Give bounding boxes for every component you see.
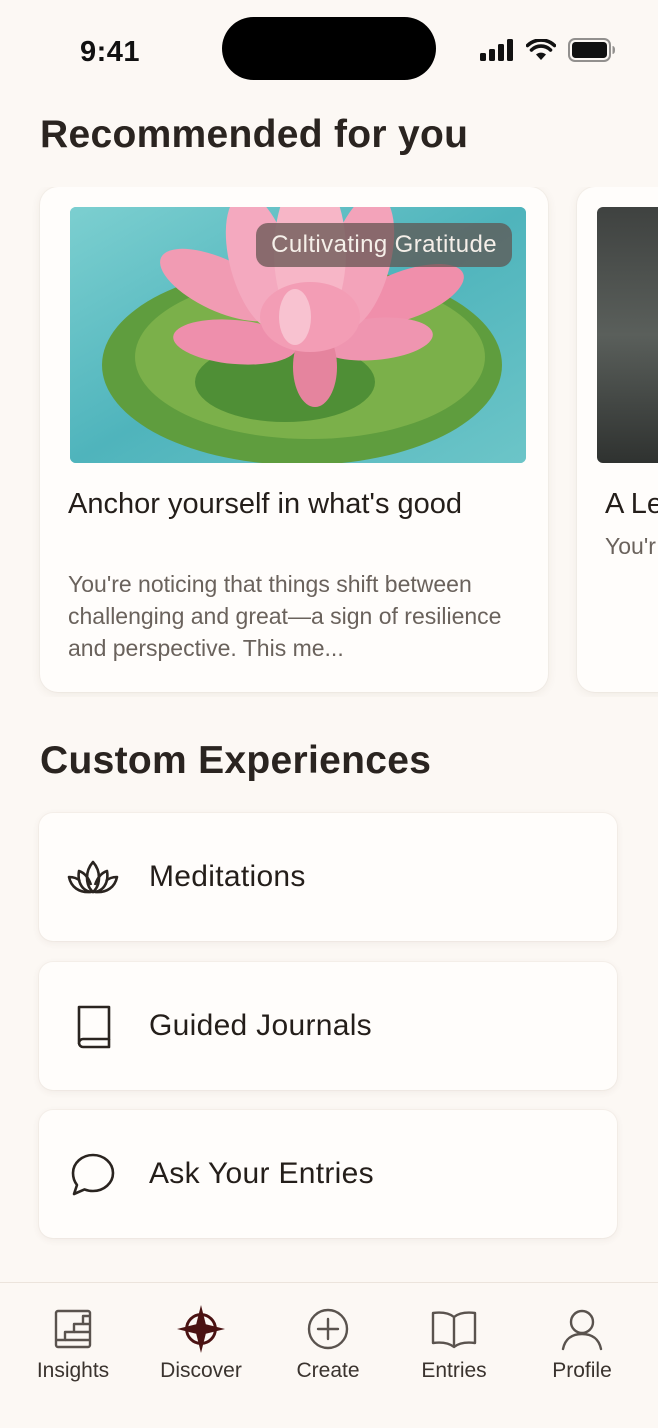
tab-entries[interactable]: Entries: [399, 1283, 509, 1403]
open-book-icon: [429, 1305, 479, 1353]
tab-discover[interactable]: Discover: [146, 1283, 256, 1403]
guided-journals-label: Guided Journals: [149, 1009, 372, 1042]
wifi-icon: [526, 39, 556, 60]
chat-bubble-icon: [67, 1150, 119, 1198]
guided-journals-item[interactable]: Guided Journals: [39, 962, 617, 1090]
tab-create-label: Create: [296, 1359, 360, 1382]
tab-create[interactable]: Create: [273, 1283, 383, 1403]
insights-icon: [48, 1305, 98, 1353]
dynamic-island: [222, 17, 436, 80]
recommendation-card[interactable]: Cultivating Gratitude Anchor yourself in…: [40, 187, 548, 692]
tab-profile-label: Profile: [552, 1359, 612, 1382]
recommendation-description: You're noticing that things shift betwee…: [68, 571, 502, 661]
storm-painting-image: [597, 207, 658, 463]
meditations-label: Meditations: [149, 860, 306, 893]
plus-circle-icon: [303, 1305, 353, 1353]
meditations-item[interactable]: Meditations: [39, 813, 617, 941]
tab-insights-label: Insights: [36, 1359, 110, 1382]
cellular-signal-icon: [480, 39, 513, 61]
tab-discover-label: Discover: [160, 1359, 242, 1382]
tab-entries-label: Entries: [421, 1359, 487, 1382]
lotus-icon: [67, 853, 119, 901]
custom-experiences-title: Custom Experiences: [40, 739, 432, 782]
recommendation-description: You'r profe and y: [605, 533, 658, 559]
status-time: 9:41: [80, 36, 141, 68]
compass-star-icon: [176, 1304, 226, 1354]
person-icon: [557, 1305, 607, 1353]
tab-insights[interactable]: Insights: [18, 1283, 128, 1403]
category-tag: Cultivating Gratitude: [256, 223, 512, 267]
status-icons: [480, 38, 616, 62]
tab-bar: Insights Discover Create Entries Profile: [0, 1282, 658, 1428]
ask-your-entries-label: Ask Your Entries: [149, 1157, 374, 1190]
status-bar: 9:41: [0, 0, 658, 100]
recommendation-title: A Le: [605, 488, 658, 520]
tab-profile[interactable]: Profile: [527, 1283, 637, 1403]
battery-icon: [568, 38, 615, 62]
recommendation-card[interactable]: A Le You'r profe and y: [577, 187, 658, 692]
recommendation-title: Anchor yourself in what's good: [68, 488, 463, 520]
recommendation-carousel[interactable]: Cultivating Gratitude Anchor yourself in…: [0, 187, 658, 697]
book-icon: [67, 1002, 119, 1050]
recommended-title: Recommended for you: [40, 113, 469, 156]
discover-screen: 9:41 Recommended for you Cultivating Gra…: [0, 0, 658, 1428]
ask-your-entries-item[interactable]: Ask Your Entries: [39, 1110, 617, 1238]
